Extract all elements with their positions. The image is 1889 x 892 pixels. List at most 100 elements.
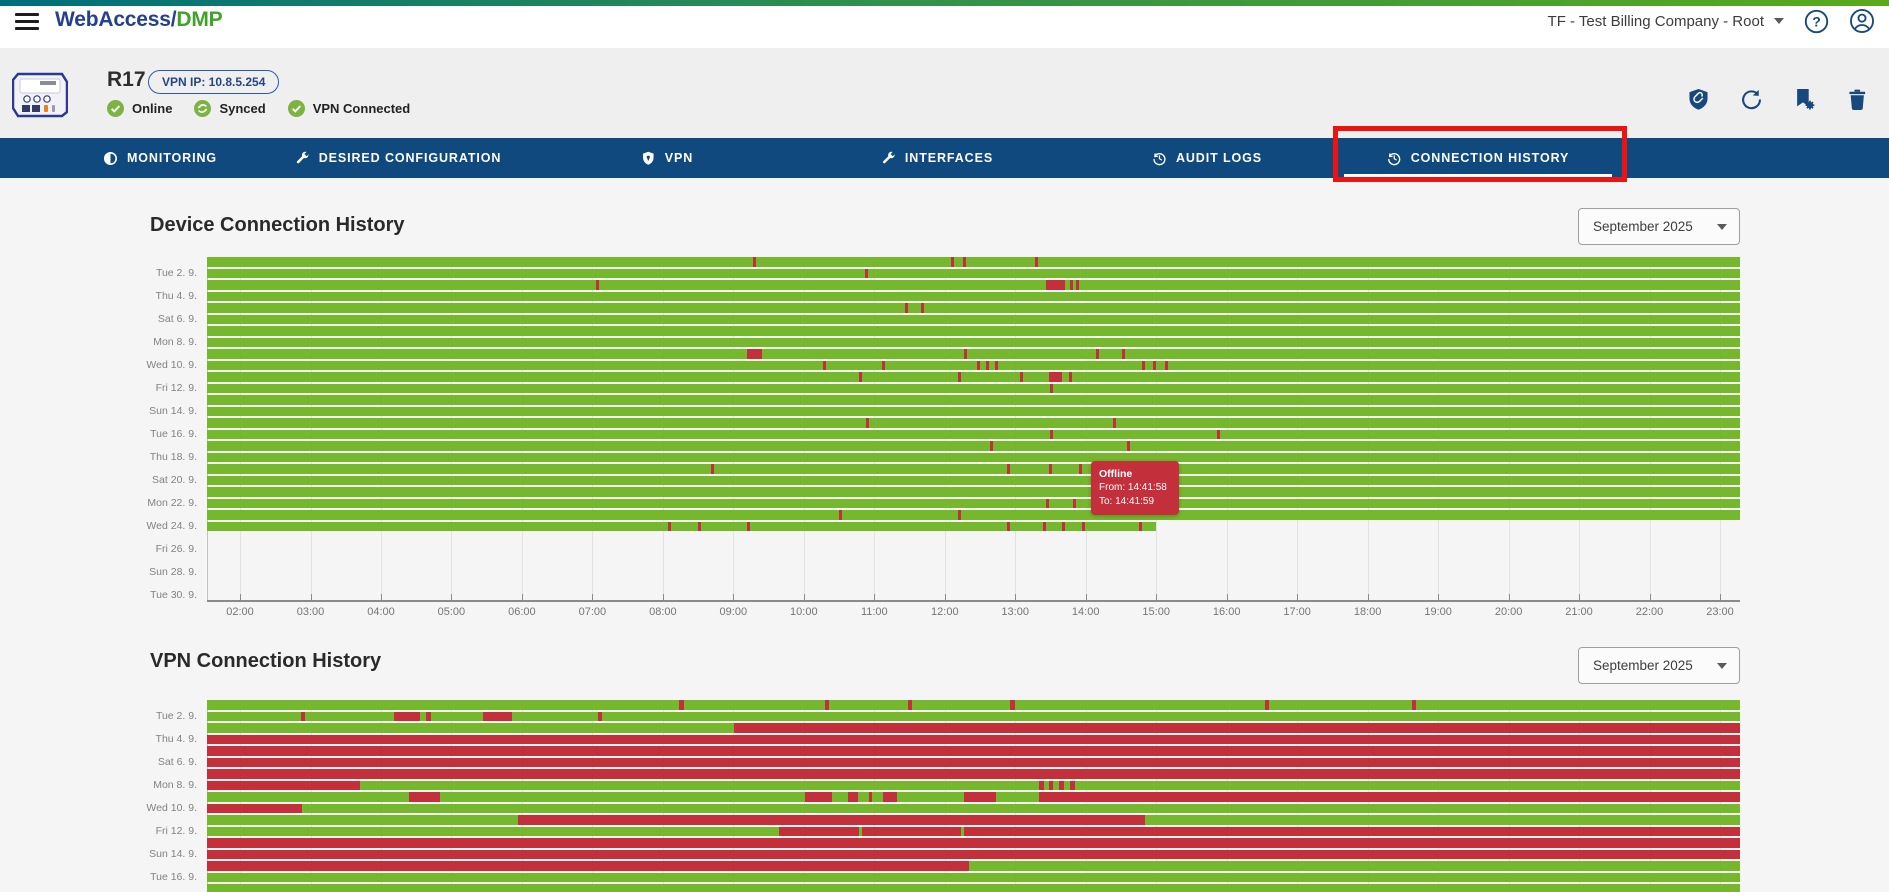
timeline-row-day-4[interactable] bbox=[207, 292, 1740, 302]
online-segment[interactable] bbox=[207, 884, 1740, 892]
timeline-row-day-13[interactable] bbox=[207, 395, 1740, 405]
offline-segment[interactable] bbox=[823, 361, 826, 371]
tab-desired-configuration[interactable]: DESIRED CONFIGURATION bbox=[295, 138, 502, 178]
offline-segment[interactable] bbox=[1020, 372, 1023, 382]
online-segment[interactable] bbox=[207, 418, 1740, 428]
online-segment[interactable] bbox=[207, 349, 1740, 359]
online-segment[interactable] bbox=[207, 487, 1740, 497]
offline-segment[interactable] bbox=[848, 792, 859, 802]
offline-segment[interactable] bbox=[426, 712, 431, 722]
timeline-row-day-15[interactable] bbox=[207, 861, 1740, 871]
offline-segment[interactable] bbox=[207, 758, 1740, 768]
offline-segment[interactable] bbox=[1153, 361, 1156, 371]
tab-audit-logs[interactable]: AUDIT LOGS bbox=[1152, 138, 1262, 178]
timeline-row-day-1[interactable] bbox=[207, 700, 1740, 710]
offline-segment[interactable] bbox=[865, 269, 868, 279]
device-chart-month-selector[interactable]: September 2025 bbox=[1578, 208, 1740, 245]
vpn-connection-history-chart[interactable]: Tue 2. 9.Thu 4. 9.Sat 6. 9.Mon 8. 9.Wed … bbox=[207, 700, 1740, 892]
offline-segment[interactable] bbox=[1010, 700, 1015, 710]
timeline-row-day-14[interactable] bbox=[207, 407, 1740, 417]
offline-segment[interactable] bbox=[1059, 781, 1064, 791]
online-segment[interactable] bbox=[207, 464, 1740, 474]
offline-segment[interactable] bbox=[207, 804, 302, 814]
offline-segment[interactable] bbox=[869, 792, 872, 802]
shield-link-icon[interactable] bbox=[1688, 88, 1710, 110]
offline-segment[interactable] bbox=[986, 361, 989, 371]
timeline-row-day-19[interactable] bbox=[207, 464, 1740, 474]
offline-segment[interactable] bbox=[1050, 430, 1053, 440]
offline-segment[interactable] bbox=[596, 280, 599, 290]
offline-segment[interactable] bbox=[394, 712, 420, 722]
offline-segment[interactable] bbox=[1165, 361, 1168, 371]
offline-segment[interactable] bbox=[990, 441, 993, 451]
online-segment[interactable] bbox=[207, 326, 1740, 336]
tab-connection-history[interactable]: CONNECTION HISTORY bbox=[1387, 138, 1570, 178]
offline-segment[interactable] bbox=[483, 712, 512, 722]
online-segment[interactable] bbox=[207, 522, 1156, 532]
hamburger-menu-icon[interactable] bbox=[15, 13, 39, 30]
device-connection-history-chart[interactable]: Tue 2. 9.Thu 4. 9.Sat 6. 9.Mon 8. 9.Wed … bbox=[207, 257, 1740, 602]
timeline-row-day-7[interactable] bbox=[207, 326, 1740, 336]
offline-segment[interactable] bbox=[301, 712, 306, 722]
offline-segment[interactable] bbox=[1070, 781, 1075, 791]
timeline-row-day-21[interactable] bbox=[207, 487, 1740, 497]
offline-segment[interactable] bbox=[207, 861, 969, 871]
offline-segment[interactable] bbox=[839, 510, 842, 520]
timeline-row-day-5[interactable] bbox=[207, 746, 1740, 756]
online-segment[interactable] bbox=[207, 315, 1740, 325]
offline-segment[interactable] bbox=[747, 522, 750, 532]
timeline-row-day-10[interactable] bbox=[207, 804, 1740, 814]
offline-segment[interactable] bbox=[921, 303, 924, 313]
online-segment[interactable] bbox=[207, 338, 1740, 348]
tab-vpn[interactable]: VPN bbox=[641, 138, 693, 178]
offline-segment[interactable] bbox=[1043, 522, 1046, 532]
online-segment[interactable] bbox=[207, 395, 1740, 405]
offline-segment[interactable] bbox=[1050, 384, 1053, 394]
online-segment[interactable] bbox=[207, 257, 1740, 267]
timeline-row-day-23[interactable] bbox=[207, 510, 1740, 520]
offline-segment[interactable] bbox=[207, 850, 1740, 860]
online-segment[interactable] bbox=[1145, 815, 1740, 825]
offline-segment[interactable] bbox=[1073, 499, 1076, 509]
timeline-row-day-11[interactable] bbox=[207, 372, 1740, 382]
offline-segment[interactable] bbox=[1046, 499, 1049, 509]
timeline-row-day-17[interactable] bbox=[207, 441, 1740, 451]
offline-segment[interactable] bbox=[1076, 280, 1079, 290]
timeline-row-day-12[interactable] bbox=[207, 827, 1740, 837]
offline-segment[interactable] bbox=[1049, 781, 1054, 791]
trash-icon[interactable] bbox=[1847, 88, 1869, 110]
vpn-chart-month-selector[interactable]: September 2025 bbox=[1578, 647, 1740, 684]
timeline-row-day-5[interactable] bbox=[207, 303, 1740, 313]
offline-segment[interactable] bbox=[1113, 418, 1116, 428]
offline-segment[interactable] bbox=[958, 510, 961, 520]
timeline-row-day-10[interactable] bbox=[207, 361, 1740, 371]
offline-segment[interactable] bbox=[1007, 522, 1010, 532]
timeline-row-day-2[interactable] bbox=[207, 712, 1740, 722]
offline-segment[interactable] bbox=[977, 361, 980, 371]
refresh-icon[interactable] bbox=[1741, 88, 1763, 110]
offline-segment[interactable] bbox=[1139, 522, 1142, 532]
online-segment[interactable] bbox=[207, 476, 1740, 486]
online-segment[interactable] bbox=[207, 303, 1740, 313]
timeline-row-day-22[interactable] bbox=[207, 499, 1740, 509]
online-segment[interactable] bbox=[207, 873, 1740, 883]
timeline-row-day-24[interactable] bbox=[207, 522, 1740, 532]
offline-segment[interactable] bbox=[866, 418, 869, 428]
online-segment[interactable] bbox=[207, 372, 1740, 382]
online-segment[interactable] bbox=[207, 815, 518, 825]
offline-segment[interactable] bbox=[1049, 464, 1052, 474]
online-segment[interactable] bbox=[207, 453, 1740, 463]
timeline-row-day-7[interactable] bbox=[207, 769, 1740, 779]
offline-segment[interactable] bbox=[951, 257, 954, 267]
offline-segment[interactable] bbox=[905, 303, 908, 313]
offline-segment[interactable] bbox=[207, 735, 1740, 745]
timeline-row-day-6[interactable] bbox=[207, 315, 1740, 325]
offline-segment[interactable] bbox=[1039, 792, 1740, 802]
online-segment[interactable] bbox=[207, 441, 1740, 451]
online-segment[interactable] bbox=[207, 804, 1740, 814]
offline-segment[interactable] bbox=[1122, 349, 1125, 359]
online-segment[interactable] bbox=[207, 510, 1740, 520]
offline-segment[interactable] bbox=[207, 746, 1740, 756]
timeline-row-day-13[interactable] bbox=[207, 838, 1740, 848]
offline-segment[interactable] bbox=[207, 838, 1740, 848]
